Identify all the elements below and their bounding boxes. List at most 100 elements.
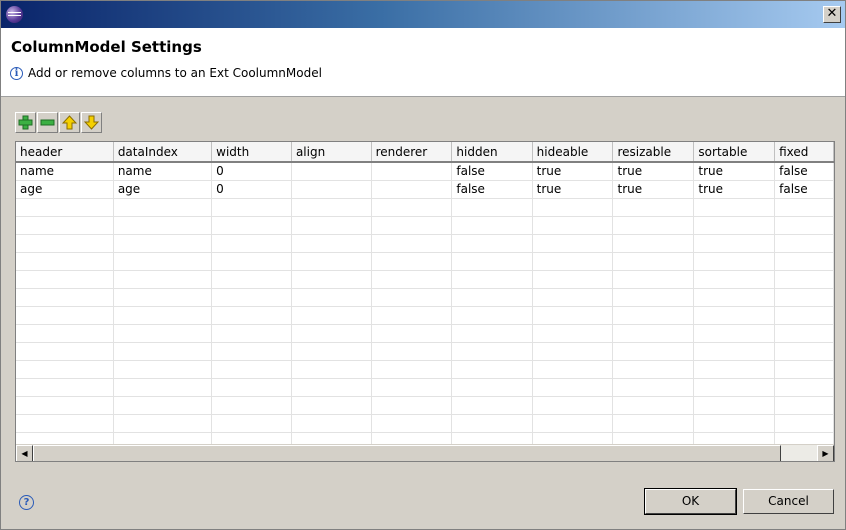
empty-cell [113,342,213,361]
empty-cell [16,306,114,325]
table-cell-sortable[interactable]: true [693,180,776,199]
empty-cell [291,396,372,415]
table-cell-fixed[interactable]: false [774,162,834,181]
ok-button[interactable]: OK [644,488,737,515]
dialog-header: ColumnModel Settings i Add or remove col… [1,28,845,97]
table-row[interactable]: age age 0 false true true true false [16,180,834,199]
empty-cell [211,324,292,343]
table-cell-dataindex[interactable]: age [113,180,213,199]
column-header-header[interactable]: header [16,142,114,163]
column-header-sortable[interactable]: sortable [693,142,776,163]
column-header-width[interactable]: width [211,142,292,163]
table-body: name name 0 false true true true false age age 0 fa… [16,162,834,451]
empty-cell [451,324,533,343]
table-cell-renderer[interactable] [371,180,453,199]
table-cell-hidden[interactable]: false [451,162,533,181]
table-cell-dataindex[interactable]: name [113,162,213,181]
table-cell-width[interactable]: 0 [211,162,292,181]
empty-cell [532,414,614,433]
empty-cell [113,216,213,235]
empty-cell [16,360,114,379]
horizontal-scrollbar[interactable]: ◀ ▶ [16,444,834,461]
dialog-title: ColumnModel Settings [11,38,202,56]
empty-cell [693,216,776,235]
move-up-button[interactable] [59,112,80,133]
empty-cell [291,414,372,433]
empty-cell [16,396,114,415]
empty-cell [612,216,695,235]
empty-cell [211,234,292,253]
empty-cell [774,360,834,379]
empty-cell [774,342,834,361]
empty-cell [113,270,213,289]
empty-cell [211,288,292,307]
move-up-icon [62,115,77,130]
empty-cell [371,198,453,217]
empty-table-row [16,198,834,217]
empty-cell [693,234,776,253]
table-cell-resizable[interactable]: true [612,180,695,199]
empty-cell [371,396,453,415]
empty-table-row [16,234,834,253]
cancel-button[interactable]: Cancel [743,489,834,514]
empty-cell [532,270,614,289]
empty-cell [612,378,695,397]
empty-cell [113,360,213,379]
add-column-button[interactable] [15,112,36,133]
empty-cell [693,270,776,289]
empty-table-row [16,414,834,433]
empty-cell [532,378,614,397]
column-header-resizable[interactable]: resizable [612,142,695,163]
empty-cell [16,252,114,271]
empty-cell [16,378,114,397]
table-cell-align[interactable] [291,162,372,181]
table-cell-header[interactable]: age [16,180,114,199]
table-cell-align[interactable] [291,180,372,199]
column-header-renderer[interactable]: renderer [371,142,453,163]
table-cell-hidden[interactable]: false [451,180,533,199]
empty-cell [291,342,372,361]
empty-cell [774,378,834,397]
column-header-align[interactable]: align [291,142,372,163]
empty-table-row [16,216,834,235]
empty-cell [693,324,776,343]
empty-table-row [16,288,834,307]
empty-cell [16,270,114,289]
empty-cell [774,216,834,235]
empty-cell [291,252,372,271]
table-cell-renderer[interactable] [371,162,453,181]
empty-table-row [16,396,834,415]
empty-cell [451,216,533,235]
empty-cell [371,216,453,235]
column-header-dataindex[interactable]: dataIndex [113,142,213,163]
column-header-hideable[interactable]: hideable [532,142,614,163]
table-cell-width[interactable]: 0 [211,180,292,199]
remove-column-button[interactable] [37,112,58,133]
empty-cell [693,342,776,361]
empty-cell [113,306,213,325]
help-icon[interactable]: ? [19,495,34,510]
table-cell-resizable[interactable]: true [612,162,695,181]
column-header-hidden[interactable]: hidden [451,142,533,163]
title-bar[interactable]: ✕ [1,1,845,28]
table-cell-hideable[interactable]: true [532,180,614,199]
table-cell-hideable[interactable]: true [532,162,614,181]
table-cell-header[interactable]: name [16,162,114,181]
table-row[interactable]: name name 0 false true true true false [16,162,834,181]
empty-cell [371,324,453,343]
close-button[interactable]: ✕ [823,6,841,23]
empty-cell [612,234,695,253]
move-down-button[interactable] [81,112,102,133]
scrollbar-thumb[interactable] [33,445,781,461]
column-header-fixed[interactable]: fixed [774,142,834,163]
table-cell-sortable[interactable]: true [693,162,776,181]
empty-cell [371,414,453,433]
empty-cell [693,396,776,415]
scroll-right-icon[interactable]: ▶ [817,445,834,461]
scroll-left-icon[interactable]: ◀ [16,445,33,461]
column-table[interactable]: header dataIndex width align renderer hidden h… [15,141,835,462]
empty-cell [371,378,453,397]
table-cell-fixed[interactable]: false [774,180,834,199]
empty-cell [16,414,114,433]
empty-table-row [16,270,834,289]
